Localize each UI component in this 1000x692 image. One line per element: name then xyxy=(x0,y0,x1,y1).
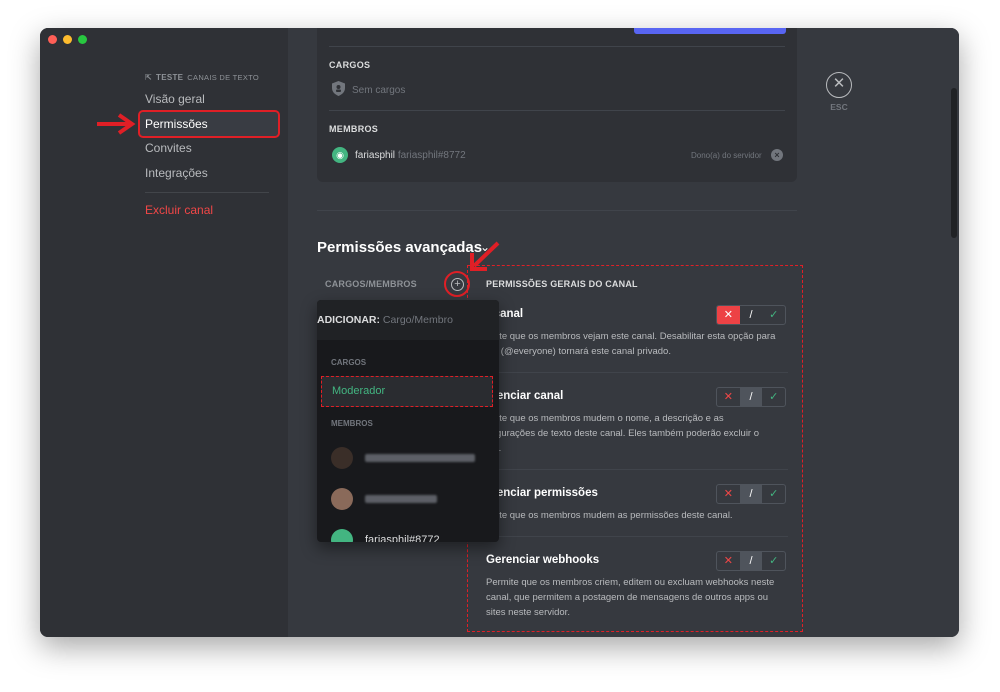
annotation-arrow-icon xyxy=(97,113,136,135)
dropdown-roles-header: CARGOS xyxy=(331,358,367,367)
channel-icon: ⇱ xyxy=(145,73,153,82)
add-role-member-dropdown: ADICIONAR: Cargo/Membro CARGOS Moderador… xyxy=(317,300,499,542)
neutral-slash-icon[interactable]: / xyxy=(739,485,763,503)
channel-category: CANAIS DE TEXTO xyxy=(187,73,260,82)
minimize-window-button[interactable] xyxy=(63,35,72,44)
blurred-member-name xyxy=(365,495,437,503)
permission-description: rmite que os membros mudem as permissões… xyxy=(486,510,733,521)
member-entry: fariasphil fariasphil#8772 xyxy=(355,150,466,161)
avatar xyxy=(331,447,353,469)
search-input[interactable]: ADICIONAR: Cargo/Membro xyxy=(317,300,499,340)
window-controls xyxy=(48,35,87,44)
permissions-header: PERMISSÕES GERAIS DO CANAL xyxy=(486,279,638,289)
member-option[interactable] xyxy=(331,447,475,469)
permission-toggle: ✕ / ✓ xyxy=(716,484,786,504)
member-name: fariasphil#8772 xyxy=(365,534,440,542)
avatar xyxy=(331,488,353,510)
primary-button[interactable] xyxy=(634,28,786,34)
permission-divider xyxy=(486,469,788,470)
search-prefix: ADICIONAR: xyxy=(317,314,380,326)
esc-label: ESC xyxy=(830,102,848,112)
channel-name: TESTE xyxy=(156,73,184,82)
add-role-button[interactable]: + xyxy=(451,278,464,291)
discord-logo-icon xyxy=(331,529,353,542)
roles-members-header: CARGOS/MEMBROS xyxy=(325,279,417,289)
permission-toggle: ✕ / ✓ xyxy=(716,387,786,407)
close-window-button[interactable] xyxy=(48,35,57,44)
permission-title: Gerenciar webhooks xyxy=(486,554,600,566)
sidebar-divider xyxy=(145,192,269,193)
sidebar-item-integrations[interactable]: Integrações xyxy=(140,161,278,185)
delete-channel-button[interactable]: Excluir canal xyxy=(140,198,278,222)
deny-x-icon[interactable]: ✕ xyxy=(717,485,740,503)
member-option[interactable]: fariasphil#8772 xyxy=(331,529,440,542)
allow-check-icon[interactable]: ✓ xyxy=(762,388,785,406)
allow-check-icon[interactable]: ✓ xyxy=(762,306,785,324)
neutral-slash-icon[interactable]: / xyxy=(739,552,763,570)
search-placeholder: Cargo/Membro xyxy=(382,314,453,326)
permission-divider xyxy=(486,372,788,373)
close-settings-button[interactable]: ✕ xyxy=(826,72,852,98)
card-divider xyxy=(329,46,785,47)
permission-description: rmite que os membros mudem o nome, a des… xyxy=(486,413,760,454)
close-icon: × xyxy=(774,150,780,160)
card-divider xyxy=(329,110,785,111)
allow-check-icon[interactable]: ✓ xyxy=(762,485,785,503)
app-window: ⇱ TESTE CANAIS DE TEXTO Visão geral Perm… xyxy=(40,28,959,637)
deny-x-icon[interactable]: ✕ xyxy=(717,306,740,324)
remove-member-button[interactable]: × xyxy=(771,149,783,161)
advanced-permissions-title: Permissões avançadas xyxy=(317,239,483,256)
discord-logo-icon: ◉ xyxy=(336,150,344,160)
plus-icon: + xyxy=(454,278,461,290)
member-name: fariasphil xyxy=(355,150,396,161)
scrollbar[interactable] xyxy=(951,88,957,238)
dropdown-members-header: MEMBROS xyxy=(331,419,373,428)
member-option[interactable] xyxy=(331,488,437,510)
permission-description: rmite que os membros vejam este canal. D… xyxy=(486,331,776,357)
sidebar-item-invites[interactable]: Convites xyxy=(140,136,278,160)
sidebar-item-overview[interactable]: Visão geral xyxy=(140,87,278,111)
permission-description: Permite que os membros criem, editem ou … xyxy=(486,577,775,618)
settings-sidebar: ⇱ TESTE CANAIS DE TEXTO Visão geral Perm… xyxy=(40,28,288,637)
member-avatar: ◉ xyxy=(332,147,348,163)
permission-title: erenciar permissões xyxy=(486,487,598,499)
deny-x-icon[interactable]: ✕ xyxy=(717,388,740,406)
members-section-title: MEMBROS xyxy=(329,124,379,134)
permission-toggle: ✕ / ✓ xyxy=(716,305,786,325)
allow-check-icon[interactable]: ✓ xyxy=(762,552,785,570)
sidebar-header: ⇱ TESTE CANAIS DE TEXTO xyxy=(145,73,259,82)
owner-label: Dono(a) do servidor xyxy=(691,151,762,160)
section-divider xyxy=(317,210,797,211)
permission-divider xyxy=(486,536,788,537)
permission-toggle: ✕ / ✓ xyxy=(716,551,786,571)
zoom-window-button[interactable] xyxy=(78,35,87,44)
shield-icon xyxy=(332,81,345,96)
role-option-moderator[interactable]: Moderador xyxy=(321,376,493,407)
roles-section-title: CARGOS xyxy=(329,60,371,70)
deny-x-icon[interactable]: ✕ xyxy=(717,552,740,570)
close-icon: ✕ xyxy=(832,75,846,92)
neutral-slash-icon[interactable]: / xyxy=(740,306,763,324)
member-tag: fariasphil#8772 xyxy=(397,150,466,161)
no-roles-text: Sem cargos xyxy=(352,85,406,96)
neutral-slash-icon[interactable]: / xyxy=(739,388,763,406)
sidebar-item-permissions[interactable]: Permissões xyxy=(138,110,280,138)
blurred-member-name xyxy=(365,454,475,462)
